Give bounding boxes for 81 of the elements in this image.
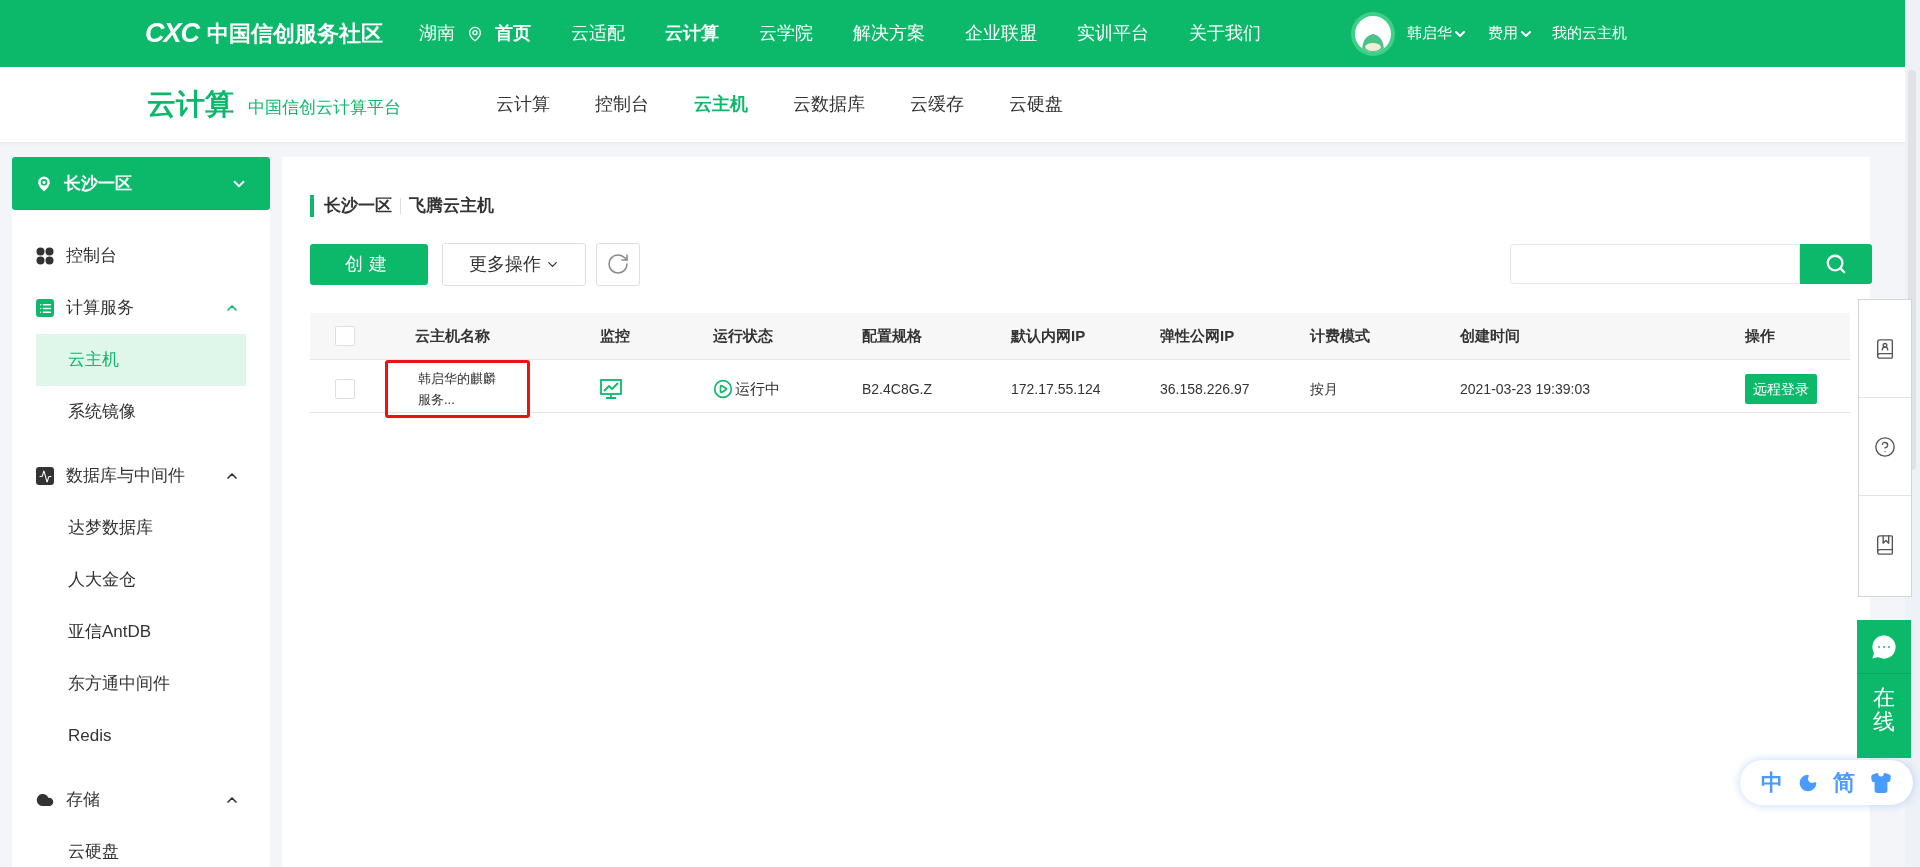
menu-item[interactable]: 东方通中间件 [36,658,246,710]
menu-item[interactable]: 系统镜像 [36,386,246,438]
search-button[interactable] [1800,244,1872,284]
region-selector[interactable]: 长沙一区 [12,157,270,210]
menu-group[interactable]: 存储 [12,774,270,826]
column-header: 计费模式 [1308,325,1371,346]
location-icon [467,25,483,42]
search-icon [1825,253,1847,275]
help-icon[interactable] [1874,435,1896,458]
nav-link[interactable]: 解决方案 [853,20,925,47]
nav-link[interactable]: 实训平台 [1077,20,1149,47]
table-cell-text: 172.17.55.124 [1010,379,1102,399]
column-header: 监控 [599,325,631,346]
column-header: 配置规格 [861,325,923,346]
nav-link[interactable]: 关于我们 [1189,20,1261,47]
region-label[interactable]: 湖南 [419,20,455,47]
menu-item[interactable]: 云硬盘 [36,826,246,867]
location-icon [34,173,54,194]
menu-group[interactable]: 计算服务 [12,282,270,334]
table-cell-text: 36.158.226.97 [1159,379,1251,399]
nav-link[interactable]: 云计算 [665,20,719,47]
nav-link[interactable]: 企业联盟 [965,20,1037,47]
column-header: 创建时间 [1459,325,1521,346]
select-all-checkbox[interactable] [335,326,355,346]
user-name[interactable]: 韩启华 [1407,22,1452,45]
breadcrumb-item: 飞腾云主机 [409,195,494,218]
cloud-icon [36,791,54,809]
nav-link[interactable]: 云学院 [759,20,813,47]
grid-icon [36,247,54,265]
pulse-icon [36,467,54,485]
remote-login-button[interactable]: 远程登录 [1745,374,1817,404]
menu-item[interactable]: 云主机 [36,334,246,386]
section-tab[interactable]: 云数据库 [793,91,865,118]
column-header: 操作 [1744,325,1776,346]
menu-item[interactable]: 亚信AntDB [36,606,246,658]
create-button[interactable]: 创建 [310,243,428,285]
table-cell-text: 按月 [1309,379,1339,399]
play-icon [713,379,733,399]
menu-item[interactable]: Redis [36,710,246,762]
row-checkbox[interactable] [335,379,355,399]
section-tab[interactable]: 云计算 [496,91,550,118]
menu-group[interactable]: 控制台 [12,230,270,282]
section-tab[interactable]: 云主机 [694,91,748,118]
book-icon[interactable] [1874,534,1896,556]
nav-link[interactable]: 首页 [495,20,531,47]
table-cell-text: B2.4C8G.Z [861,379,934,399]
refresh-icon [606,252,630,276]
logo-mark[interactable]: CXC [145,13,199,54]
menu-group[interactable]: 数据库与中间件 [12,450,270,502]
logo-title: 中国信创服务社区 [207,20,383,48]
server-name[interactable]: 韩启华的麒麟服务... [418,368,498,410]
section-tab[interactable]: 云缓存 [910,91,964,118]
column-header: 云主机名称 [414,325,491,346]
breadcrumb-item[interactable]: 长沙一区 [324,193,392,219]
list-icon [36,299,54,317]
menu-label[interactable]: 费用 [1488,22,1518,45]
monitor-chart-icon[interactable] [600,379,622,399]
refresh-button[interactable] [596,242,640,286]
menu-item[interactable]: 达梦数据库 [36,502,246,554]
nav-link[interactable]: 云适配 [571,20,625,47]
section-title: 云计算 [147,86,234,122]
moon-icon[interactable] [1798,772,1819,793]
section-tab[interactable]: 控制台 [595,91,649,118]
shirt-icon[interactable] [1869,771,1892,794]
more-actions-button[interactable]: 更多操作 [442,242,586,286]
language-option[interactable]: 简 [1832,766,1855,799]
avatar[interactable] [1351,11,1395,56]
column-header: 弹性公网IP [1159,325,1236,346]
status-text: 运行中 [735,378,780,399]
online-chat-tab[interactable]: 在线 [1857,620,1911,758]
search-field[interactable] [1510,244,1800,284]
table-cell-text: 2021-03-23 19:39:03 [1459,379,1591,399]
my-servers-link[interactable]: 我的云主机 [1552,22,1627,45]
language-option[interactable]: 中 [1761,766,1784,799]
section-tab[interactable]: 云硬盘 [1009,91,1063,118]
menu-item[interactable]: 人大金仓 [36,554,246,606]
column-header: 运行状态 [712,325,774,346]
contacts-icon[interactable] [1874,337,1896,360]
column-header: 默认内网IP [1009,325,1087,346]
chat-label: 在线 [1873,686,1895,735]
section-subtitle: 中国信创云计算平台 [248,96,401,119]
